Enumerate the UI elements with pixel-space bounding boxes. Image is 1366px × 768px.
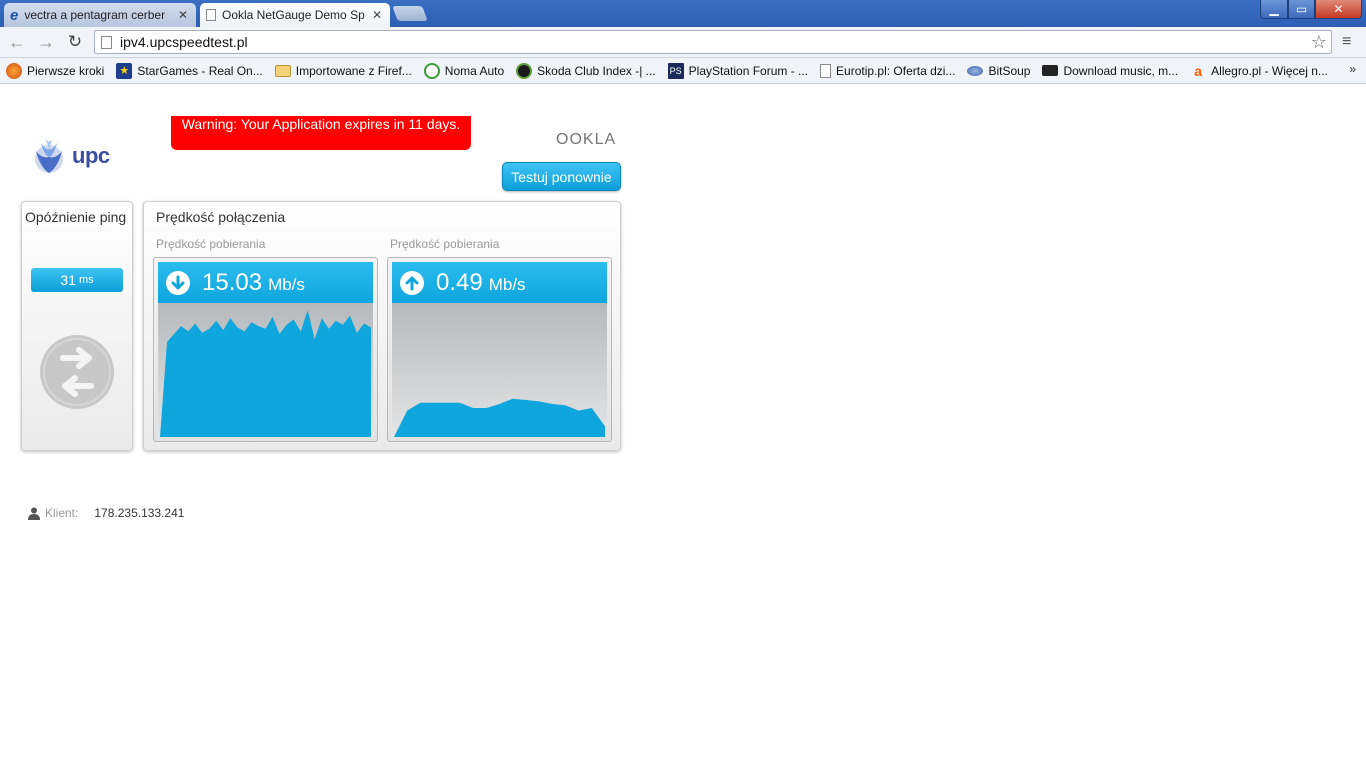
ie-icon: e bbox=[10, 6, 19, 24]
download-icon bbox=[1042, 65, 1059, 76]
close-icon[interactable]: ✕ bbox=[372, 8, 382, 22]
upload-speed-graph bbox=[394, 398, 605, 437]
ping-title: Opóźnienie ping bbox=[25, 209, 127, 225]
bookmarks-overflow-button[interactable]: » bbox=[1349, 62, 1356, 76]
retest-button[interactable]: Testuj ponownie bbox=[502, 162, 621, 191]
bookmark-item[interactable]: Skoda Club Index -| ... bbox=[516, 62, 656, 79]
bookmark-item[interactable]: BitSoup bbox=[967, 64, 1030, 78]
bookmark-label: Eurotip.pl: Oferta dzi... bbox=[836, 63, 956, 78]
speed-panel: Prędkość połączenia Prędkość pobierania … bbox=[143, 201, 621, 451]
bookmark-label: BitSoup bbox=[988, 63, 1031, 78]
download-arrow-icon bbox=[166, 270, 190, 295]
star-icon: ★ bbox=[116, 62, 133, 79]
bookmarks-bar: Pierwsze kroki ★ StarGames - Real On... … bbox=[0, 58, 1366, 84]
forward-button[interactable]: → bbox=[35, 32, 57, 52]
tab-label: vectra a pentagram cerber bbox=[24, 8, 166, 22]
page-icon bbox=[101, 35, 112, 49]
page-icon bbox=[820, 63, 832, 78]
firefox-icon bbox=[6, 62, 22, 79]
bitsoup-icon bbox=[967, 65, 984, 76]
upload-gauge: 0.49 Mb/s bbox=[387, 257, 612, 442]
address-bar[interactable]: ipv4.upcspeedtest.pl ☆ bbox=[94, 30, 1332, 54]
close-icon[interactable]: ✕ bbox=[178, 8, 188, 22]
bookmark-label: Pierwsze kroki bbox=[27, 63, 105, 78]
tab-label: Ookla NetGauge Demo Sp bbox=[222, 8, 365, 22]
upload-arrow-icon bbox=[400, 270, 424, 295]
menu-icon[interactable]: ≡ bbox=[1342, 33, 1358, 51]
bookmark-item[interactable]: a Allegro.pl - Więcej n... bbox=[1190, 63, 1328, 79]
star-icon[interactable]: ☆ bbox=[1311, 32, 1327, 53]
upc-logo-text: upc bbox=[72, 143, 110, 168]
upload-value: 0.49 bbox=[436, 268, 483, 296]
folder-icon bbox=[274, 64, 291, 77]
tab-vectra[interactable]: e vectra a pentagram cerber ✕ bbox=[4, 3, 196, 27]
reload-button[interactable]: ↻ bbox=[64, 32, 86, 52]
page-icon bbox=[206, 9, 216, 21]
license-warning-banner: Warning: Your Application expires in 11 … bbox=[171, 116, 471, 150]
upload-unit: Mb/s bbox=[488, 274, 526, 294]
speed-title: Prędkość połączenia bbox=[156, 209, 286, 225]
window-close-button[interactable]: ✕ bbox=[1315, 0, 1362, 19]
download-gauge: 15.03 Mb/s bbox=[153, 257, 378, 442]
new-tab-button[interactable] bbox=[392, 6, 428, 21]
bookmark-label: Download music, m... bbox=[1063, 63, 1179, 78]
bookmark-item[interactable]: ★ StarGames - Real On... bbox=[116, 62, 263, 79]
upload-label: Prędkość pobierania bbox=[390, 237, 500, 251]
upc-tulip-icon bbox=[35, 139, 63, 173]
ping-unit: ms bbox=[78, 274, 94, 286]
transfer-arrows-icon bbox=[40, 335, 114, 409]
client-label: Klient: bbox=[45, 506, 79, 520]
bookmark-item[interactable]: Importowane z Firef... bbox=[274, 63, 412, 78]
page-content: upc Warning: Your Application expires in… bbox=[0, 85, 1366, 768]
allegro-icon: a bbox=[1194, 62, 1203, 79]
bookmark-label: Importowane z Firef... bbox=[295, 63, 412, 78]
bookmark-item[interactable]: PS PlayStation Forum - ... bbox=[667, 62, 809, 79]
tab-ookla[interactable]: Ookla NetGauge Demo Sp ✕ bbox=[200, 3, 390, 27]
bookmark-item[interactable]: Noma Auto bbox=[423, 62, 505, 79]
bookmark-label: PlayStation Forum - ... bbox=[688, 63, 809, 78]
download-speed-graph bbox=[160, 310, 371, 437]
minimize-button[interactable]: ▁ bbox=[1260, 0, 1288, 19]
bookmark-item[interactable]: Download music, m... bbox=[1042, 64, 1178, 78]
client-ip: 178.235.133.241 bbox=[94, 506, 185, 520]
browser-titlebar: e vectra a pentagram cerber ✕ Ookla NetG… bbox=[0, 0, 1366, 27]
noma-icon bbox=[423, 62, 440, 79]
upload-area bbox=[394, 398, 605, 437]
upload-header: 0.49 Mb/s bbox=[392, 262, 607, 303]
bookmark-label: Skoda Club Index -| ... bbox=[537, 63, 656, 78]
upc-logo: upc bbox=[30, 137, 110, 175]
bookmark-label: Noma Auto bbox=[444, 63, 505, 78]
download-unit: Mb/s bbox=[268, 274, 305, 294]
bookmark-label: StarGames - Real On... bbox=[137, 63, 263, 78]
ping-value: 31 bbox=[60, 272, 76, 288]
bookmark-label: Allegro.pl - Więcej n... bbox=[1211, 63, 1328, 78]
ping-value-badge: 31 ms bbox=[31, 268, 123, 292]
user-icon bbox=[28, 507, 40, 520]
back-button[interactable]: ← bbox=[6, 32, 28, 52]
bookmark-item[interactable]: Eurotip.pl: Oferta dzi... bbox=[820, 63, 956, 78]
download-label: Prędkość pobierania bbox=[156, 237, 266, 251]
browser-toolbar: ← → ↻ ipv4.upcspeedtest.pl ☆ ≡ bbox=[0, 27, 1366, 58]
download-value: 15.03 bbox=[202, 268, 263, 296]
playstation-icon: PS bbox=[667, 62, 684, 79]
client-info: Klient: 178.235.133.241 bbox=[28, 506, 184, 520]
url-text[interactable]: ipv4.upcspeedtest.pl bbox=[120, 34, 248, 50]
download-header: 15.03 Mb/s bbox=[158, 262, 373, 303]
ping-panel: Opóźnienie ping 31 ms bbox=[21, 201, 133, 451]
ookla-logo: OOKLA bbox=[556, 131, 617, 148]
maximize-button[interactable]: ▭ bbox=[1288, 0, 1315, 19]
download-area bbox=[160, 310, 371, 437]
bookmark-item[interactable]: Pierwsze kroki bbox=[6, 62, 105, 79]
skoda-icon bbox=[516, 62, 533, 79]
